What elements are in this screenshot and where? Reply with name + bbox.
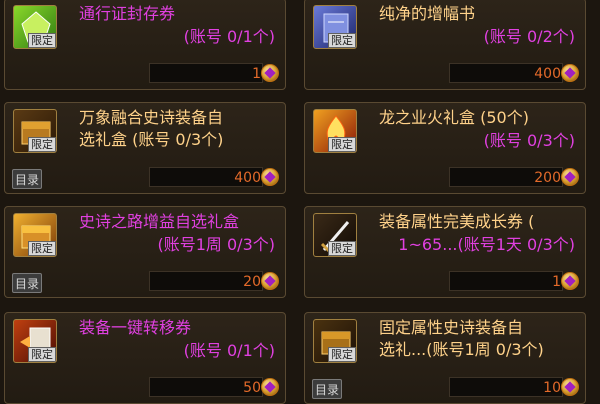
catalog-button[interactable]: 目录 xyxy=(312,379,342,399)
limited-badge: 限定 xyxy=(328,347,356,362)
sword-ticket-icon[interactable]: 限定 xyxy=(313,213,357,257)
item-name: 通行证封存券 xyxy=(79,4,176,23)
blue-book-icon[interactable]: 限定 xyxy=(313,5,357,49)
fire-box-icon[interactable]: 限定 xyxy=(313,109,357,153)
catalog-button[interactable]: 目录 xyxy=(12,273,42,293)
item-name: 装备一键转移券 xyxy=(79,318,192,337)
shop-item-panel[interactable]: 限定 纯净的增幅书 (账号 0/2个) 400 xyxy=(304,0,586,90)
gold-chest-icon[interactable]: 限定 xyxy=(313,319,357,363)
item-name: 龙之业火礼盒 (50个) xyxy=(379,108,529,127)
limited-badge: 限定 xyxy=(28,137,56,152)
item-name: 装备属性完美成长券 ( xyxy=(379,212,535,231)
coin-icon xyxy=(561,64,579,82)
item-name-line2: 选礼盒 (账号 0/3个) xyxy=(79,130,224,149)
gold-chest-icon[interactable]: 限定 xyxy=(13,213,57,257)
item-name: 固定属性史诗装备自 xyxy=(379,318,524,337)
limited-badge: 限定 xyxy=(328,137,356,152)
coin-icon xyxy=(561,272,579,290)
transfer-ticket-icon[interactable]: 限定 xyxy=(13,319,57,363)
coin-icon xyxy=(261,272,279,290)
purchase-limit: (账号 0/2个) xyxy=(483,27,575,46)
purchase-limit: 1~65...(账号1天 0/3个) xyxy=(398,235,575,254)
limited-badge: 限定 xyxy=(28,347,56,362)
coin-icon xyxy=(261,64,279,82)
item-name: 史诗之路增益自选礼盒 xyxy=(79,212,240,231)
gold-chest-icon[interactable]: 限定 xyxy=(13,109,57,153)
limited-badge: 限定 xyxy=(28,33,56,48)
limited-badge: 限定 xyxy=(328,33,356,48)
shop-item-panel[interactable]: 限定 装备一键转移券 (账号 0/1个) 50 xyxy=(4,312,286,404)
item-name: 万象融合史诗装备自 xyxy=(79,108,224,127)
item-price: 20 xyxy=(243,274,261,290)
price-bar xyxy=(149,63,263,83)
item-price: 1 xyxy=(552,274,561,290)
item-price: 50 xyxy=(243,380,261,396)
purchase-limit: (账号 0/1个) xyxy=(183,341,275,360)
shop-item-panel[interactable]: 限定 通行证封存券 (账号 0/1个) 1 xyxy=(4,0,286,90)
limited-badge: 限定 xyxy=(328,241,356,256)
shop-item-panel[interactable]: 限定 装备属性完美成长券 ( 1~65...(账号1天 0/3个) 1 xyxy=(304,206,586,298)
shop-item-panel[interactable]: 限定 目录 固定属性史诗装备自 选礼...(账号1周 0/3个) 10 xyxy=(304,312,586,404)
item-price: 10 xyxy=(543,380,561,396)
item-price: 200 xyxy=(534,170,561,186)
item-price: 400 xyxy=(534,66,561,82)
shop-item-panel[interactable]: 限定 目录 万象融合史诗装备自 选礼盒 (账号 0/3个) 400 xyxy=(4,102,286,194)
item-name: 纯净的增幅书 xyxy=(379,4,476,23)
catalog-button[interactable]: 目录 xyxy=(12,169,42,189)
coin-icon xyxy=(561,168,579,186)
purchase-limit: (账号 0/3个) xyxy=(483,131,575,150)
shop-item-panel[interactable]: 限定 龙之业火礼盒 (50个) (账号 0/3个) 200 xyxy=(304,102,586,194)
purchase-limit: (账号1周 0/3个) xyxy=(157,235,275,254)
item-price: 400 xyxy=(234,170,261,186)
coin-icon xyxy=(261,378,279,396)
limited-badge: 限定 xyxy=(28,241,56,256)
coin-icon xyxy=(261,168,279,186)
item-price: 1 xyxy=(252,66,261,82)
price-bar xyxy=(449,271,563,291)
item-name-line2: 选礼...(账号1周 0/3个) xyxy=(379,340,544,359)
green-gem-icon[interactable]: 限定 xyxy=(13,5,57,49)
purchase-limit: (账号 0/1个) xyxy=(183,27,275,46)
shop-item-panel[interactable]: 限定 目录 史诗之路增益自选礼盒 (账号1周 0/3个) 20 xyxy=(4,206,286,298)
coin-icon xyxy=(561,378,579,396)
